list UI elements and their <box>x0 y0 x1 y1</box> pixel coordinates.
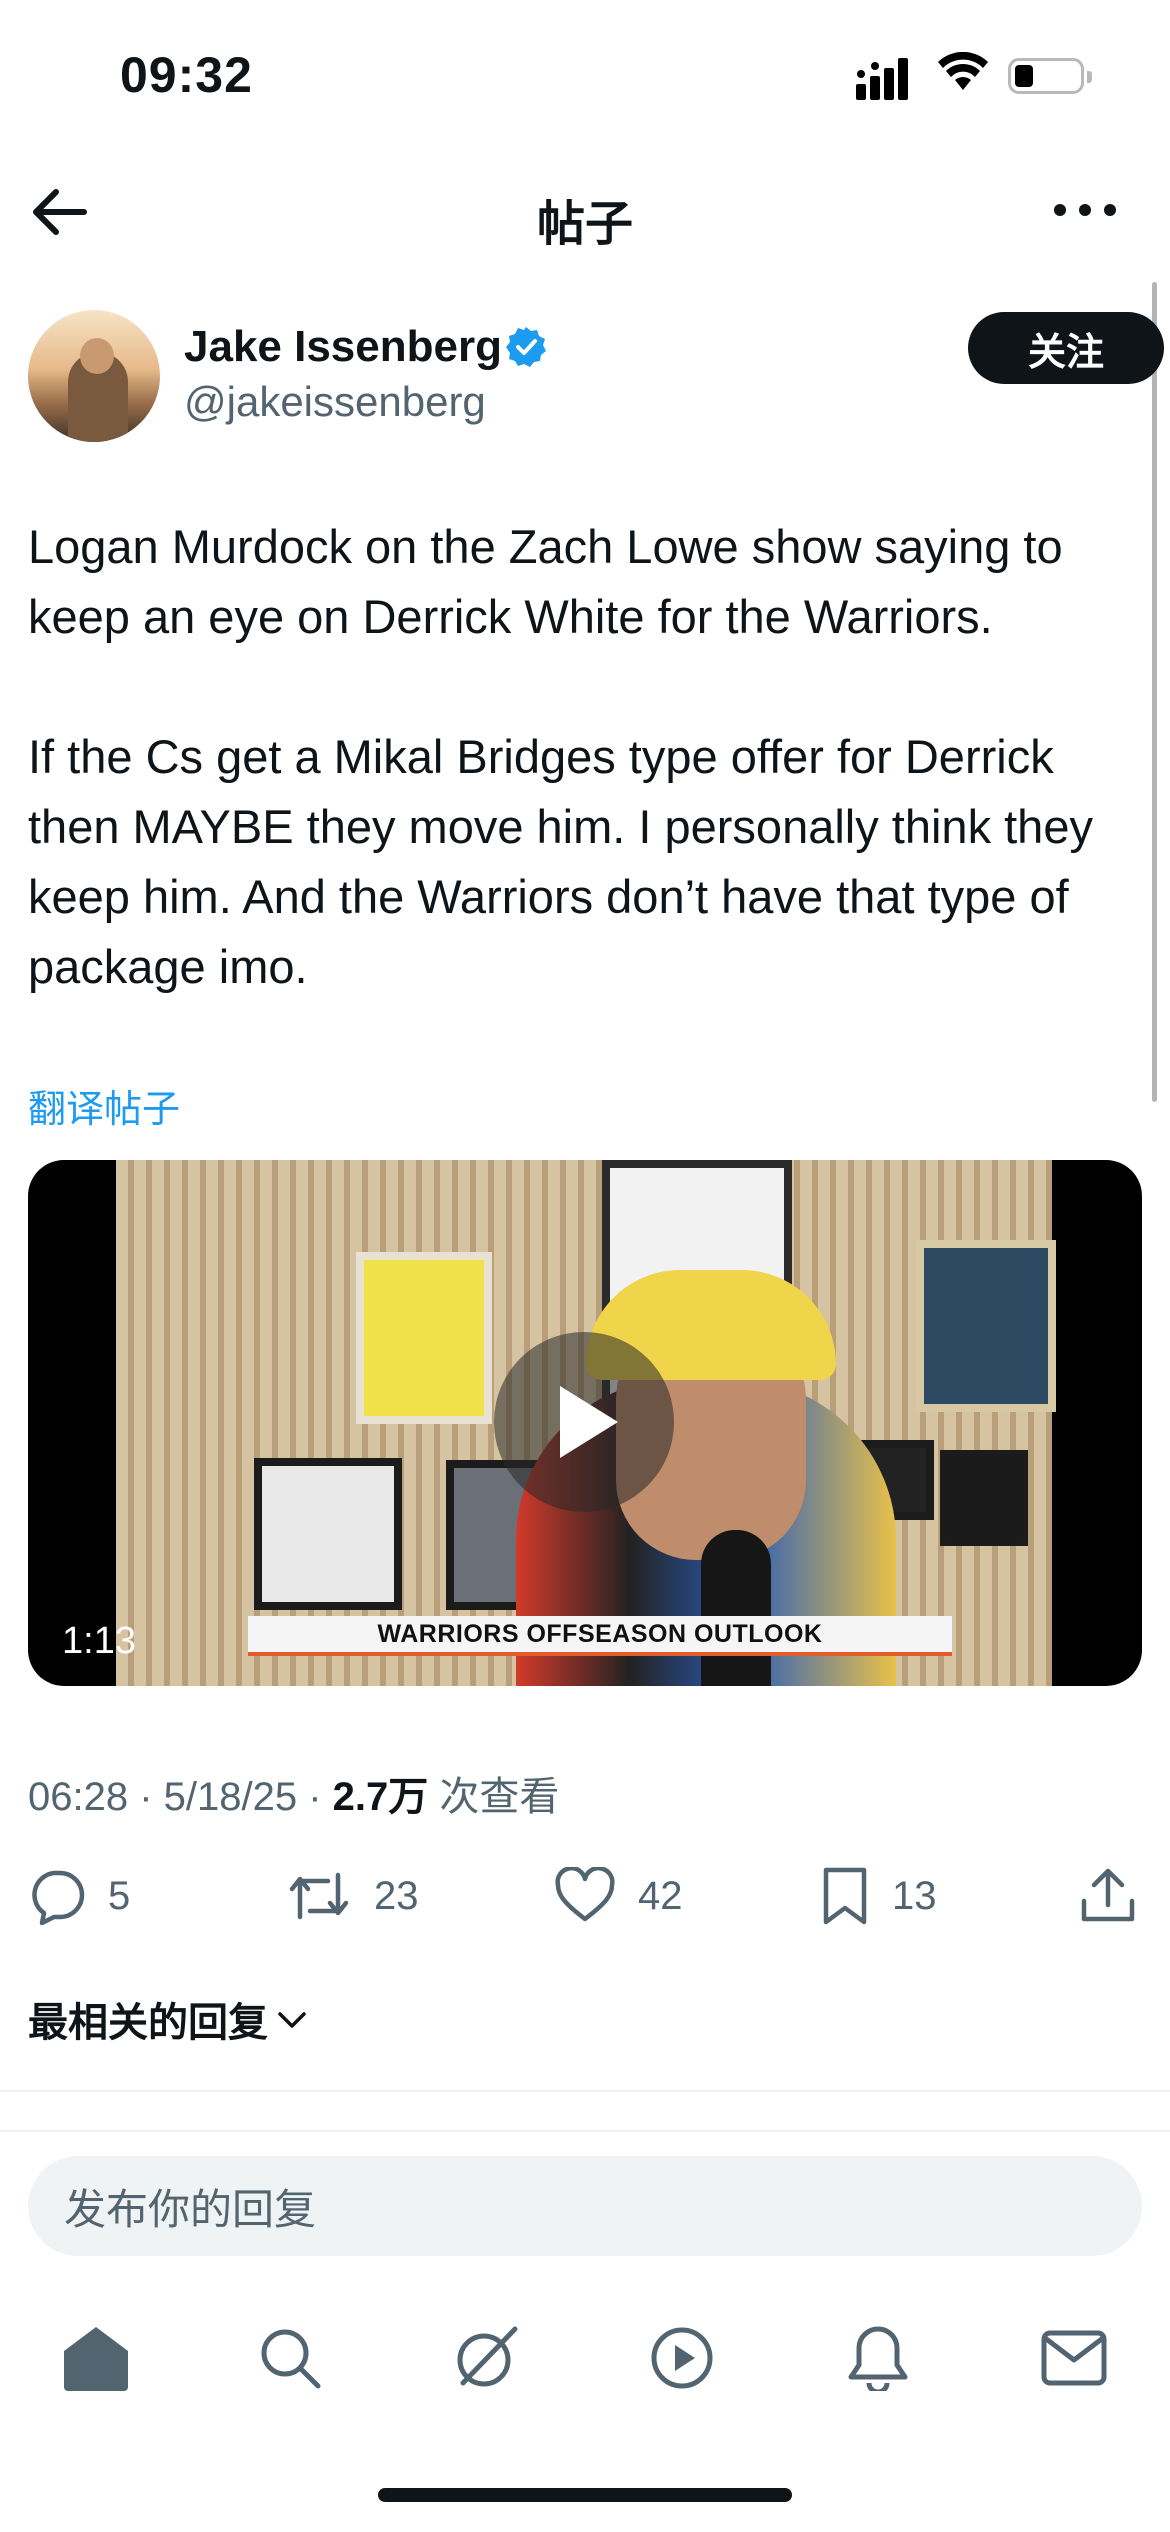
like-button[interactable]: 42 <box>554 1856 683 1936</box>
share-button[interactable] <box>1080 1856 1136 1936</box>
home-indicator <box>378 2488 792 2502</box>
author-handle[interactable]: @jakeissenberg <box>184 378 486 426</box>
bottom-tab-bar <box>0 2290 1170 2420</box>
replies-sort-label: 最相关的回复 <box>28 2001 268 2045</box>
avatar[interactable] <box>28 310 160 442</box>
status-bar: 09:32 <box>0 0 1170 150</box>
page-title: 帖子 <box>536 198 633 251</box>
tab-search[interactable] <box>250 2318 330 2398</box>
replies-sort-dropdown[interactable]: 最相关的回复 <box>28 1990 310 2048</box>
home-icon <box>64 2327 128 2391</box>
chevron-down-icon <box>278 2012 306 2028</box>
video-player[interactable]: WARRIORS OFFSEASON OUTLOOK 1:13 <box>28 1160 1142 1686</box>
reply-count: 5 <box>108 1873 131 1918</box>
verified-badge-icon <box>506 327 546 367</box>
repost-count: 23 <box>374 1873 419 1918</box>
tab-home[interactable] <box>56 2318 136 2398</box>
status-time: 09:32 <box>120 47 253 103</box>
play-button[interactable] <box>494 1332 674 1512</box>
scrollbar[interactable] <box>1152 282 1157 1102</box>
post-text: Logan Murdock on the Zach Lowe show sayi… <box>28 520 1093 993</box>
post-date: 5/18/25 <box>163 1775 298 1819</box>
video-icon <box>651 2327 713 2389</box>
bookmark-icon <box>823 1867 867 1925</box>
tab-notifications[interactable] <box>838 2318 918 2398</box>
play-icon <box>560 1386 618 1458</box>
divider <box>0 2090 1170 2092</box>
author-name[interactable]: Jake Issenberg <box>184 322 502 372</box>
repost-icon <box>289 1872 349 1920</box>
wifi-icon <box>938 52 988 90</box>
signal-icon <box>856 58 908 100</box>
tab-grok[interactable] <box>446 2318 526 2398</box>
post-meta: 06:28 · 5/18/25 · 2.7万 次查看 <box>28 1775 560 1819</box>
follow-button[interactable]: 关注 <box>968 312 1164 384</box>
views-label: 次查看 <box>439 1775 560 1819</box>
view-count: 2.7万 <box>332 1775 429 1819</box>
video-caption: WARRIORS OFFSEASON OUTLOOK <box>248 1616 952 1656</box>
tab-messages[interactable] <box>1034 2318 1114 2398</box>
translate-post-link[interactable]: 翻译帖子 <box>28 1078 180 1133</box>
action-bar: 5 23 42 13 <box>0 1856 1170 1936</box>
notifications-icon <box>848 2326 908 2391</box>
top-bar: 帖子 <box>0 160 1170 260</box>
more-options-icon[interactable] <box>1050 180 1120 240</box>
search-icon <box>261 2329 321 2389</box>
reply-button[interactable]: 5 <box>28 1856 130 1936</box>
bookmark-button[interactable]: 13 <box>820 1856 937 1936</box>
post-time: 06:28 <box>28 1775 129 1819</box>
battery-icon <box>1008 58 1092 94</box>
share-icon <box>1081 1868 1135 1922</box>
repost-button[interactable]: 23 <box>286 1856 419 1936</box>
grok-icon <box>457 2326 518 2387</box>
like-count: 42 <box>638 1873 683 1918</box>
heart-icon <box>555 1867 615 1922</box>
bookmark-count: 13 <box>892 1873 937 1918</box>
reply-icon <box>32 1870 85 1925</box>
messages-icon <box>1041 2330 1107 2386</box>
video-duration: 1:13 <box>62 1620 136 1662</box>
reply-input[interactable]: 发布你的回复 <box>28 2156 1142 2256</box>
tab-video[interactable] <box>642 2318 722 2398</box>
